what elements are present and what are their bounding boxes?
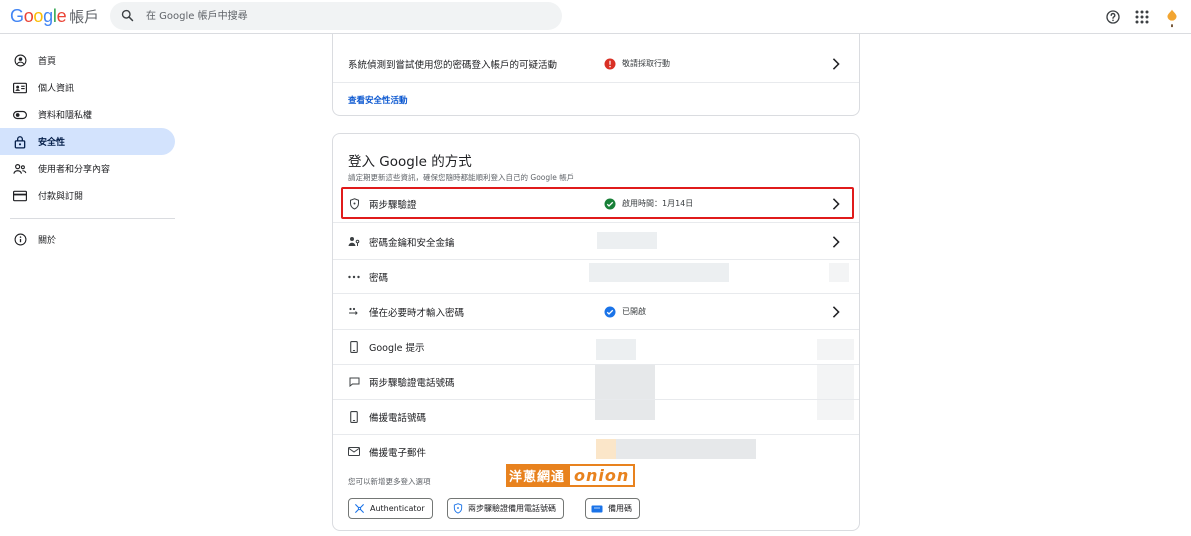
security-activity-card: 系統偵測到嘗試使用您的密碼登入帳戶的可疑活動 敬請採取行動 查看安全性活動 (332, 34, 860, 116)
button-label: Authenticator (370, 504, 425, 513)
lock-icon (12, 134, 28, 150)
button-label: 備用碼 (608, 504, 632, 513)
chevron-right-icon (829, 57, 843, 71)
signin-row-recovery-phone[interactable]: 備援電話號碼 (333, 399, 859, 434)
redacted-value (589, 263, 729, 282)
button-label: 兩步驟驗證備用電話號碼 (468, 504, 556, 513)
suspicious-activity-row[interactable]: 系統偵測到嘗試使用您的密碼登入帳戶的可疑活動 敬請採取行動 (333, 46, 859, 81)
passkey-icon (347, 235, 361, 249)
sidebar-item-security[interactable]: 安全性 (0, 128, 175, 155)
sidebar-item-label: 付款與訂閱 (38, 192, 84, 202)
row-label: 兩步驟驗證電話號碼 (369, 377, 455, 389)
sidebar-item-home[interactable]: 首頁 (0, 47, 175, 74)
row-label: 密碼金鑰和安全金鑰 (369, 237, 455, 249)
redacted-value (817, 339, 854, 360)
shield-icon (347, 197, 361, 211)
divider (333, 222, 859, 223)
add-authenticator-button[interactable]: Authenticator (348, 498, 433, 519)
sidebar-item-label: 首頁 (38, 57, 57, 67)
alert-icon (604, 58, 616, 70)
add-backup-2sv-phone-button[interactable]: 兩步驟驗證備用電話號碼 (447, 498, 564, 519)
row-label: 備援電話號碼 (369, 412, 427, 424)
search-icon (121, 9, 134, 22)
sidebar-item-people-sharing[interactable]: 使用者和分享內容 (0, 155, 175, 182)
sidebar-item-personal-info[interactable]: 個人資訊 (0, 74, 175, 101)
help-icon[interactable] (1102, 6, 1124, 28)
signin-row-passkeys[interactable]: 密碼金鑰和安全金鑰 (333, 224, 859, 259)
row-label: Google 提示 (369, 342, 425, 354)
signin-row-skip-password[interactable]: 僅在必要時才輸入密碼 已開啟 (333, 294, 859, 329)
sidebar-item-label: 安全性 (38, 138, 66, 148)
skip-password-icon (347, 305, 361, 319)
home-icon (12, 53, 28, 69)
top-bar: Google 帳戶 (0, 0, 1191, 34)
search-input[interactable] (146, 6, 546, 26)
sidebar-item-label: 資料和隱私權 (38, 111, 93, 121)
watermark-logo: 洋蔥網通 onion (506, 464, 636, 487)
row-label: 兩步驟驗證 (369, 199, 417, 211)
redacted-value (597, 232, 657, 249)
shield-icon (453, 503, 463, 514)
row-label: 密碼 (369, 272, 389, 284)
row-label: 備援電子郵件 (369, 447, 427, 459)
status-badge: 敬請採取行動 (604, 58, 670, 70)
divider (333, 82, 859, 83)
phone-icon (347, 340, 361, 354)
people-icon (12, 161, 28, 177)
watermark-en-text: onion (568, 464, 636, 487)
backup-codes-icon: *** (591, 505, 603, 513)
redacted-value (829, 263, 849, 282)
apps-grid-icon[interactable] (1131, 6, 1153, 28)
toggle-icon (12, 107, 28, 123)
redacted-value (596, 439, 616, 459)
suspicious-activity-title: 系統偵測到嘗試使用您的密碼登入帳戶的可疑活動 (348, 59, 558, 71)
avatar[interactable] (1160, 5, 1184, 29)
chevron-right-icon (829, 235, 843, 249)
mail-icon (347, 445, 361, 459)
sidebar-divider (10, 218, 175, 219)
redacted-value (616, 439, 756, 459)
card-subtitle: 請定期更新這些資訊，確保您隨時都能順利登入自己的 Google 帳戶 (348, 173, 575, 182)
check-circle-blue-icon (604, 306, 616, 318)
status-badge: 啟用時間：1月14日 (604, 198, 693, 210)
sidebar-item-payments[interactable]: 付款與訂閱 (0, 182, 175, 209)
id-card-icon (12, 80, 28, 96)
credit-card-icon (12, 188, 28, 204)
view-security-activity-link[interactable]: 查看安全性活動 (348, 94, 408, 106)
google-account-logo[interactable]: Google 帳戶 (10, 6, 99, 27)
product-name: 帳戶 (69, 8, 99, 26)
status-text: 敬請採取行動 (622, 59, 670, 68)
sidebar-item-data-privacy[interactable]: 資料和隱私權 (0, 101, 175, 128)
sidebar-item-about[interactable]: 關於 (0, 226, 175, 253)
add-backup-codes-button[interactable]: *** 備用碼 (585, 498, 640, 519)
status-text: 啟用時間：1月14日 (622, 199, 694, 208)
svg-text:***: *** (594, 506, 600, 511)
phone-outline-icon (347, 410, 361, 424)
sidebar-item-label: 使用者和分享內容 (38, 165, 111, 175)
more-options-text: 您可以新增更多登入選項 (348, 477, 431, 486)
status-badge: 已開啟 (604, 306, 646, 318)
watermark-cn-text: 洋蔥網通 (506, 464, 569, 487)
authenticator-icon (354, 503, 365, 514)
status-text: 已開啟 (622, 307, 646, 316)
redacted-value (596, 339, 636, 360)
sidebar-nav: 首頁 個人資訊 資料和隱私權 安全性 使用者和分享內容 付款與訂閱 關於 (0, 47, 175, 253)
message-icon (347, 375, 361, 389)
row-label: 僅在必要時才輸入密碼 (369, 307, 465, 319)
signin-row-two-step[interactable]: 兩步驟驗證 啟用時間：1月14日 (333, 186, 859, 221)
search-bar[interactable] (110, 2, 562, 30)
card-title: 登入 Google 的方式 (348, 154, 472, 170)
check-circle-icon (604, 198, 616, 210)
password-dots-icon (347, 270, 361, 284)
sidebar-item-label: 個人資訊 (38, 84, 75, 94)
info-icon (12, 232, 28, 248)
sidebar-item-label: 關於 (38, 236, 57, 246)
chevron-right-icon (829, 197, 843, 211)
chevron-right-icon (829, 305, 843, 319)
